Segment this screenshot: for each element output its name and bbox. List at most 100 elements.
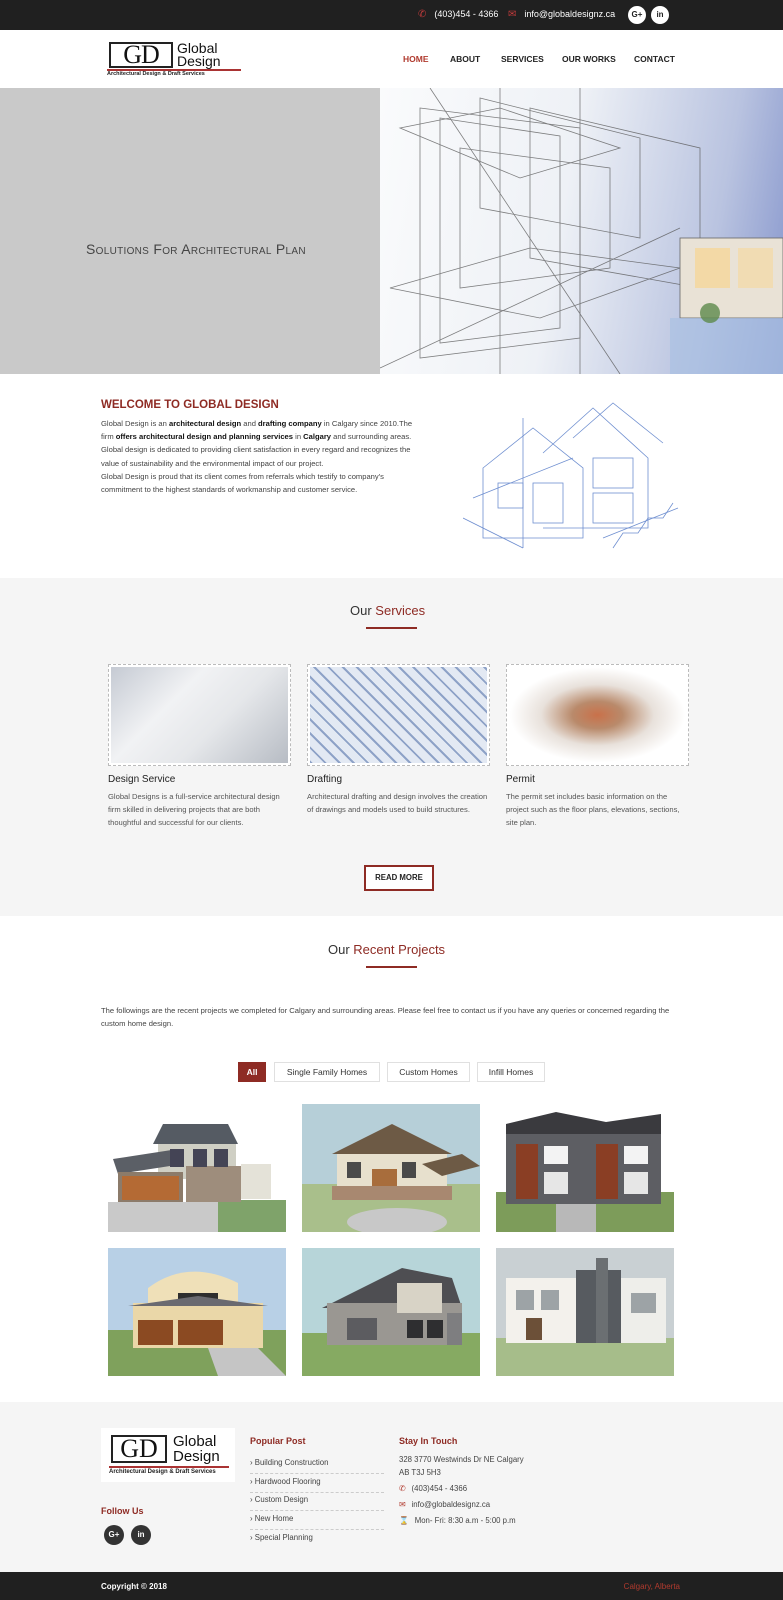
topbar-phone-text: (403)454 - 4366: [434, 9, 499, 19]
welcome-text-part: Global Design is an: [101, 419, 169, 428]
nav-services[interactable]: SERVICES: [501, 54, 544, 64]
service-image-design[interactable]: [108, 664, 291, 766]
logo-mark: GD: [109, 42, 173, 68]
footer-hours: ⌛ Mon- Fri: 8:30 a.m - 5:00 p.m: [399, 1515, 516, 1527]
popular-post-link[interactable]: › Special Planning: [250, 1531, 384, 1549]
projects-heading-accent: Recent Projects: [353, 942, 446, 957]
footer-logo[interactable]: GD Global Design Architectural Design & …: [101, 1428, 235, 1482]
services-heading-prefix: Our: [350, 603, 372, 618]
projects-heading-underline: [366, 966, 417, 968]
nav-our-works[interactable]: OUR WORKS: [562, 54, 616, 64]
footer-logo-tagline: Architectural Design & Draft Services: [109, 1469, 216, 1475]
house-illustration: [302, 1104, 480, 1232]
welcome-bold-text: architectural design: [168, 419, 242, 428]
hourglass-icon: ⌛: [399, 1516, 409, 1525]
footer-logo-divider: [109, 1466, 229, 1468]
service-title-design: Design Service: [108, 774, 176, 785]
topbar-email-text: info@globaldesignz.ca: [524, 9, 616, 19]
bottom-bar: Copyright © 2018 Calgary, Alberta: [0, 1572, 783, 1600]
welcome-text: Global Design is an architectural design…: [101, 417, 423, 496]
popular-post-label: Custom Design: [254, 1495, 309, 1504]
logo-tagline: Architectural Design & Draft Services: [107, 71, 205, 77]
service-image-permit[interactable]: [506, 664, 689, 766]
projects-heading-prefix: Our: [328, 942, 350, 957]
house-sketch-image: [462, 398, 685, 554]
read-more-button[interactable]: READ MORE: [364, 865, 434, 891]
follow-us-heading: Follow Us: [101, 1506, 144, 1516]
footer-phone-text: (403)454 - 4366: [411, 1484, 468, 1493]
filter-single-family-homes[interactable]: Single Family Homes: [274, 1062, 380, 1082]
footer-email[interactable]: ✉ info@globaldesignz.ca: [399, 1499, 490, 1511]
popular-post-label: New Home: [254, 1514, 294, 1523]
popular-post-link[interactable]: › Custom Design: [250, 1493, 384, 1511]
footer-logo-name-line2: Design: [173, 1448, 220, 1465]
service-title-permit: Permit: [506, 774, 535, 785]
services-heading: Our Services: [350, 603, 425, 618]
house-illustration: [108, 1248, 286, 1376]
hero-left-panel: [0, 88, 380, 374]
topbar-phone[interactable]: ✆ (403)454 - 4366: [418, 9, 498, 20]
filter-all[interactable]: All: [238, 1062, 266, 1082]
service-text-design: Global Designs is a full-service archite…: [108, 792, 280, 827]
services-heading-accent: Services: [375, 603, 426, 618]
welcome-bold-text: offers architectural design and planning…: [115, 432, 294, 442]
topbar-email[interactable]: ✉ info@globaldesignz.ca: [508, 9, 615, 20]
footer-linkedin-icon[interactable]: in: [131, 1525, 151, 1545]
projects-heading: Our Recent Projects: [328, 942, 445, 957]
top-bar: ✆ (403)454 - 4366 ✉ info@globaldesignz.ca …: [0, 0, 783, 30]
copyright-text: Copyright © 2018: [101, 1582, 167, 1591]
popular-post-link[interactable]: › Building Construction: [250, 1456, 384, 1474]
hero-banner: Solutions For Architectural Plan: [0, 88, 783, 374]
site-logo[interactable]: GD Global Design Architectural Design & …: [107, 40, 241, 78]
house-illustration: [302, 1248, 480, 1376]
nav-about[interactable]: ABOUT: [450, 54, 480, 64]
popular-post-heading: Popular Post: [250, 1436, 306, 1446]
service-text-drafting: Architectural drafting and design involv…: [307, 792, 488, 814]
location-text: Calgary, Alberta: [623, 1582, 680, 1591]
hero-title: Solutions For Architectural Plan: [86, 241, 306, 257]
popular-post-link[interactable]: › New Home: [250, 1512, 384, 1530]
welcome-text-part: and: [241, 419, 259, 428]
footer-phone[interactable]: ✆ (403)454 - 4366: [399, 1483, 467, 1495]
filter-custom-homes[interactable]: Custom Homes: [387, 1062, 470, 1082]
popular-post-label: Hardwood Flooring: [254, 1477, 321, 1486]
house-illustration: [108, 1104, 286, 1232]
hero-building-image: [380, 88, 783, 374]
wireframe-building-illustration: [380, 88, 783, 374]
footer-logo-mark: GD: [111, 1435, 167, 1463]
google-plus-icon[interactable]: G+: [628, 6, 646, 24]
logo-name-line2: Design: [177, 53, 221, 69]
welcome-bold-text: Calgary: [303, 432, 332, 442]
project-image[interactable]: [302, 1248, 480, 1376]
welcome-text-part: in: [293, 432, 304, 442]
filter-infill-homes[interactable]: Infill Homes: [477, 1062, 545, 1082]
welcome-title: WELCOME TO GLOBAL DESIGN: [101, 399, 279, 411]
phone-icon: ✆: [399, 1484, 406, 1493]
service-title-drafting: Drafting: [307, 774, 343, 785]
project-image[interactable]: [108, 1104, 286, 1232]
footer-address-line1: 328 3770 Westwinds Dr NE Calgary: [399, 1455, 524, 1464]
nav-home[interactable]: HOME: [403, 54, 429, 64]
footer-address-line2: AB T3J 5H3: [399, 1468, 441, 1477]
popular-post-link[interactable]: › Hardwood Flooring: [250, 1475, 384, 1493]
project-image[interactable]: [496, 1248, 674, 1376]
welcome-text-paragraph-2: Global Design is proud that its client c…: [101, 471, 384, 495]
service-image-drafting[interactable]: [307, 664, 490, 766]
phone-icon: ✆: [418, 9, 427, 20]
footer-hours-text: Mon- Fri: 8:30 a.m - 5:00 p.m: [414, 1516, 516, 1525]
linkedin-icon[interactable]: in: [651, 6, 669, 24]
house-illustration: [496, 1248, 674, 1376]
project-image[interactable]: [302, 1104, 480, 1232]
popular-post-label: Building Construction: [254, 1458, 329, 1467]
house-blueprint-illustration: [462, 402, 679, 549]
house-illustration: [496, 1104, 674, 1232]
projects-intro-text: The followings are the recent projects w…: [101, 1006, 670, 1028]
service-text-permit: The permit set includes basic informatio…: [506, 792, 680, 827]
nav-contact[interactable]: CONTACT: [634, 54, 675, 64]
project-image[interactable]: [496, 1104, 674, 1232]
welcome-bold-text: drafting company: [258, 419, 322, 428]
project-image[interactable]: [108, 1248, 286, 1376]
popular-post-label: Special Planning: [254, 1533, 313, 1542]
footer-google-plus-icon[interactable]: G+: [104, 1525, 124, 1545]
envelope-icon: ✉: [508, 9, 517, 20]
